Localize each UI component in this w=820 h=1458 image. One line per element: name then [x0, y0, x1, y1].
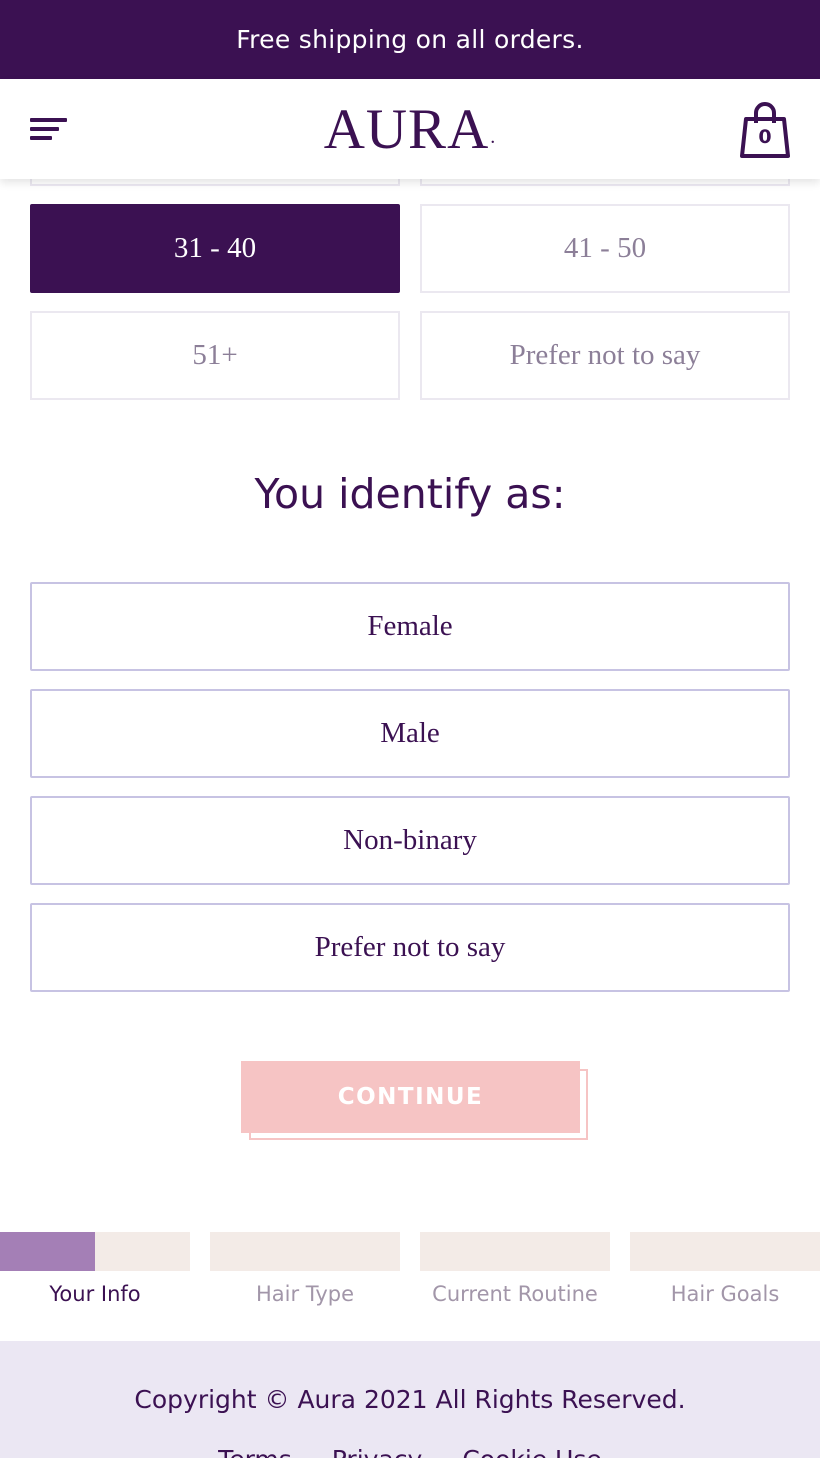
continue-button-wrap: CONTINUE	[241, 1061, 588, 1141]
step-label-your-info[interactable]: Your Info	[0, 1282, 190, 1306]
progress-segment-current-routine	[420, 1232, 610, 1271]
step-label-hair-type[interactable]: Hair Type	[210, 1282, 400, 1306]
progress-fill	[0, 1232, 95, 1271]
hamburger-icon[interactable]	[30, 115, 70, 145]
age-option-41-50[interactable]: 41 - 50	[420, 204, 790, 293]
site-footer: Copyright © Aura 2021 All Rights Reserve…	[0, 1341, 820, 1458]
promo-banner: Free shipping on all orders.	[0, 0, 820, 79]
age-option-51-plus[interactable]: 51+	[30, 311, 400, 400]
logo-dot: .	[490, 126, 497, 148]
identity-option-female[interactable]: Female	[30, 582, 790, 671]
footer-link-terms[interactable]: Terms	[218, 1445, 292, 1458]
identity-option-prefer-not[interactable]: Prefer not to say	[30, 903, 790, 992]
cart-count: 0	[758, 126, 772, 148]
continue-button[interactable]: CONTINUE	[241, 1061, 580, 1133]
age-option-31-40[interactable]: 31 - 40	[30, 204, 400, 293]
shopping-bag-icon[interactable]: 0	[737, 99, 793, 161]
logo-text: AURA	[323, 97, 490, 161]
footer-links: Terms Privacy Cookie Use	[0, 1445, 820, 1458]
identity-title: You identify as:	[254, 470, 566, 518]
footer-link-privacy[interactable]: Privacy	[332, 1445, 423, 1458]
identity-option-non-binary[interactable]: Non-binary	[30, 796, 790, 885]
site-logo[interactable]: AURA.	[310, 97, 510, 161]
progress-segment-hair-goals	[630, 1232, 820, 1271]
footer-link-cookie-use[interactable]: Cookie Use	[462, 1445, 602, 1458]
step-label-hair-goals[interactable]: Hair Goals	[630, 1282, 820, 1306]
progress-segment-hair-type	[210, 1232, 400, 1271]
progress-segment-your-info	[0, 1232, 190, 1271]
site-header: AURA. 0	[0, 79, 820, 179]
step-label-current-routine[interactable]: Current Routine	[420, 1282, 610, 1306]
identity-option-male[interactable]: Male	[30, 689, 790, 778]
copyright-text: Copyright © Aura 2021 All Rights Reserve…	[134, 1385, 686, 1414]
age-option-prefer-not[interactable]: Prefer not to say	[420, 311, 790, 400]
